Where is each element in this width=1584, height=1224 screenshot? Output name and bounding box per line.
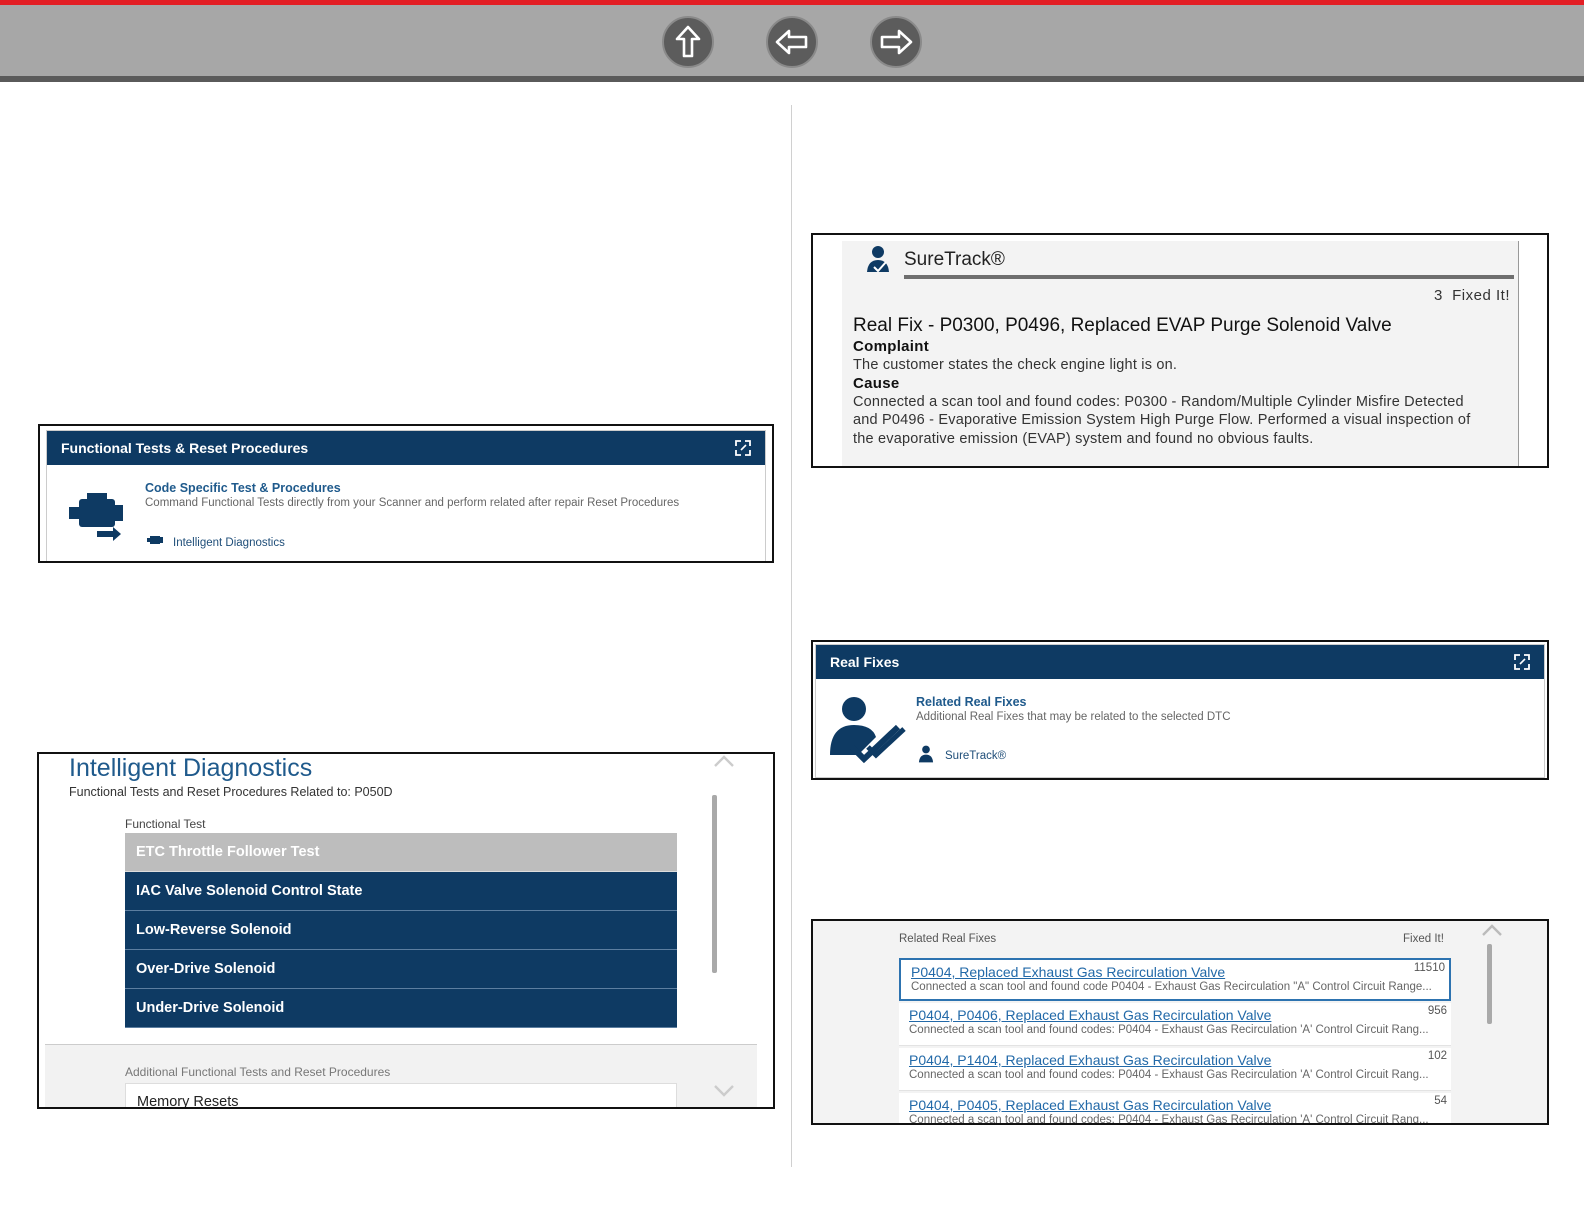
- additional-item-memory-resets[interactable]: Memory Resets: [125, 1083, 677, 1107]
- engine-icon: [69, 493, 123, 541]
- functional-tests-header: Functional Tests & Reset Procedures: [47, 431, 765, 465]
- suretrack-content: SureTrack® 3 Fixed It! Real Fix - P0300,…: [842, 241, 1519, 466]
- chevron-up-icon[interactable]: [713, 754, 735, 768]
- forward-button[interactable]: [870, 16, 922, 68]
- related-fixes-column-label: Related Real Fixes: [899, 933, 997, 945]
- real-fixes-card: Real Fixes Related Real Fixes Additional…: [815, 644, 1545, 778]
- suretrack-title: SureTrack®: [904, 249, 1005, 270]
- test-item-etc-throttle[interactable]: ETC Throttle Follower Test: [125, 833, 677, 872]
- related-fix-row[interactable]: P0404, P0405, Replaced Exhaust Gas Recir…: [899, 1093, 1451, 1125]
- additional-section: Additional Functional Tests and Reset Pr…: [45, 1045, 757, 1107]
- related-fix-title[interactable]: P0404, P1404, Replaced Exhaust Gas Recir…: [909, 1052, 1441, 1068]
- test-item-iac-valve[interactable]: IAC Valve Solenoid Control State: [125, 872, 677, 911]
- related-real-fixes-description: Additional Real Fixes that may be relate…: [916, 711, 1231, 723]
- related-fix-count: 54: [1434, 1095, 1447, 1107]
- suretrack-person-icon: [918, 745, 934, 763]
- real-fix-title: Real Fix - P0300, P0496, Replaced EVAP P…: [853, 315, 1392, 336]
- related-fix-row[interactable]: P0404, P0406, Replaced Exhaust Gas Recir…: [899, 1003, 1451, 1046]
- code-specific-tests-link[interactable]: Code Specific Test & Procedures: [145, 481, 341, 495]
- expand-icon[interactable]: [735, 440, 751, 456]
- additional-tests-label: Additional Functional Tests and Reset Pr…: [125, 1065, 391, 1079]
- related-fix-row[interactable]: P0404, Replaced Exhaust Gas Recirculatio…: [899, 958, 1451, 1001]
- complaint-text: The customer states the check engine lig…: [853, 357, 1178, 373]
- complaint-label: Complaint: [853, 338, 930, 355]
- chevron-up-icon[interactable]: [1481, 923, 1503, 937]
- functional-tests-card: Functional Tests & Reset Procedures Code…: [46, 430, 766, 561]
- fixed-it-column-label: Fixed It!: [1403, 933, 1444, 945]
- related-fix-title[interactable]: P0404, P0406, Replaced Exhaust Gas Recir…: [909, 1007, 1441, 1023]
- real-fixes-header: Real Fixes: [816, 645, 1544, 679]
- real-fixes-title: Real Fixes: [830, 654, 900, 670]
- related-fix-description: Connected a scan tool and found codes: P…: [909, 1024, 1429, 1036]
- suretrack-rule: [904, 275, 1514, 279]
- related-real-fixes-link[interactable]: Related Real Fixes: [916, 695, 1026, 709]
- suretrack-panel: SureTrack® 3 Fixed It! Real Fix - P0300,…: [811, 233, 1549, 468]
- cause-label: Cause: [853, 375, 900, 392]
- column-divider: [791, 105, 792, 1167]
- arrow-left-icon: [775, 29, 808, 55]
- functional-tests-title: Functional Tests & Reset Procedures: [61, 440, 309, 456]
- intelligent-diagnostics-icon: [147, 536, 163, 544]
- fixed-count: 3: [1433, 287, 1443, 304]
- back-button[interactable]: [766, 16, 818, 68]
- fixed-label: Fixed It!: [1452, 287, 1510, 304]
- cause-line: Connected a scan tool and found codes: P…: [853, 394, 1464, 410]
- related-fix-title[interactable]: P0404, Replaced Exhaust Gas Recirculatio…: [911, 964, 1439, 980]
- fixed-it-counter: 3 Fixed It!: [1434, 287, 1510, 304]
- related-fix-description: Connected a scan tool and found codes: P…: [909, 1114, 1429, 1125]
- up-button[interactable]: [662, 16, 714, 68]
- related-fixes-panel: Related Real Fixes Fixed It! P0404, Repl…: [811, 919, 1549, 1125]
- intelligent-diagnostics-title: Intelligent Diagnostics: [69, 754, 313, 782]
- functional-test-list: ETC Throttle Follower Test IAC Valve Sol…: [125, 833, 677, 1028]
- scrollbar-thumb[interactable]: [1487, 944, 1492, 1024]
- intelligent-diagnostics-panel: Intelligent Diagnostics Functional Tests…: [37, 752, 775, 1109]
- top-nav-bar: [0, 0, 1584, 82]
- chevron-down-icon[interactable]: [713, 1083, 735, 1097]
- code-specific-tests-description: Command Functional Tests directly from y…: [145, 497, 680, 509]
- suretrack-link[interactable]: SureTrack®: [945, 750, 1006, 762]
- functional-tests-card-frame: Functional Tests & Reset Procedures Code…: [38, 424, 774, 563]
- arrow-right-icon: [880, 29, 913, 55]
- intelligent-diagnostics-link[interactable]: Intelligent Diagnostics: [173, 537, 285, 549]
- test-item-low-reverse[interactable]: Low-Reverse Solenoid: [125, 911, 677, 950]
- related-fix-title[interactable]: P0404, P0405, Replaced Exhaust Gas Recir…: [909, 1097, 1441, 1113]
- related-fix-count: 11510: [1413, 962, 1445, 974]
- related-fix-count: 102: [1427, 1050, 1447, 1062]
- related-fix-row[interactable]: P0404, P1404, Replaced Exhaust Gas Recir…: [899, 1048, 1451, 1091]
- scrollbar-thumb[interactable]: [712, 795, 717, 973]
- suretrack-person-icon: [867, 246, 889, 273]
- arrow-up-icon: [675, 25, 701, 58]
- related-fix-description: Connected a scan tool and found code P04…: [911, 981, 1432, 993]
- related-fix-description: Connected a scan tool and found codes: P…: [909, 1069, 1429, 1081]
- cause-line: the evaporative emission (EVAP) system a…: [853, 431, 1314, 447]
- technician-check-icon: [830, 697, 906, 764]
- real-fixes-card-frame: Real Fixes Related Real Fixes Additional…: [811, 640, 1549, 780]
- functional-test-label: Functional Test: [125, 817, 206, 831]
- test-item-under-drive[interactable]: Under-Drive Solenoid: [125, 989, 677, 1028]
- intelligent-diagnostics-subtitle: Functional Tests and Reset Procedures Re…: [69, 785, 393, 799]
- cause-line: and P0496 - Evaporative Emission System …: [853, 412, 1471, 428]
- test-item-over-drive[interactable]: Over-Drive Solenoid: [125, 950, 677, 989]
- expand-icon[interactable]: [1514, 654, 1530, 670]
- related-fix-count: 956: [1427, 1005, 1447, 1017]
